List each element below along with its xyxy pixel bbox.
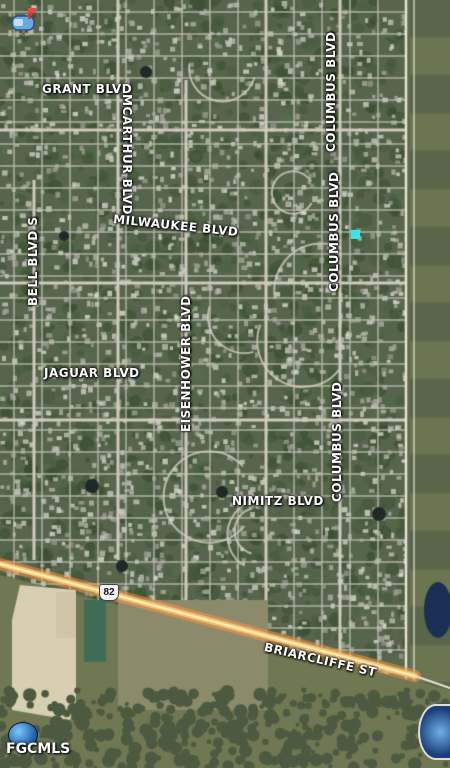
satellite-map[interactable] xyxy=(0,0,450,768)
watermark: FGCMLS xyxy=(6,741,71,757)
street-label-nimitz: NIMITZ BLVD xyxy=(232,494,324,508)
street-label-eisenhower: EISENHOWER BLVD xyxy=(179,295,193,432)
street-label-columbus-north: COLUMBUS BLVD xyxy=(324,31,338,152)
street-label-grant: GRANT BLVD xyxy=(42,82,133,96)
street-label-mcarthur: MCARTHUR BLVD xyxy=(120,94,134,216)
street-label-jaguar: JAGUAR BLVD xyxy=(44,366,140,380)
street-label-columbus-mid: COLUMBUS BLVD xyxy=(327,171,341,292)
mailbox-icon[interactable] xyxy=(8,4,40,36)
route-82-shield: 82 xyxy=(99,584,119,601)
street-view-camera-icon[interactable] xyxy=(418,704,450,760)
location-marker[interactable] xyxy=(351,230,360,239)
street-label-columbus-south: COLUMBUS BLVD xyxy=(330,381,344,502)
street-label-bell: BELL BLVD S xyxy=(26,216,40,306)
